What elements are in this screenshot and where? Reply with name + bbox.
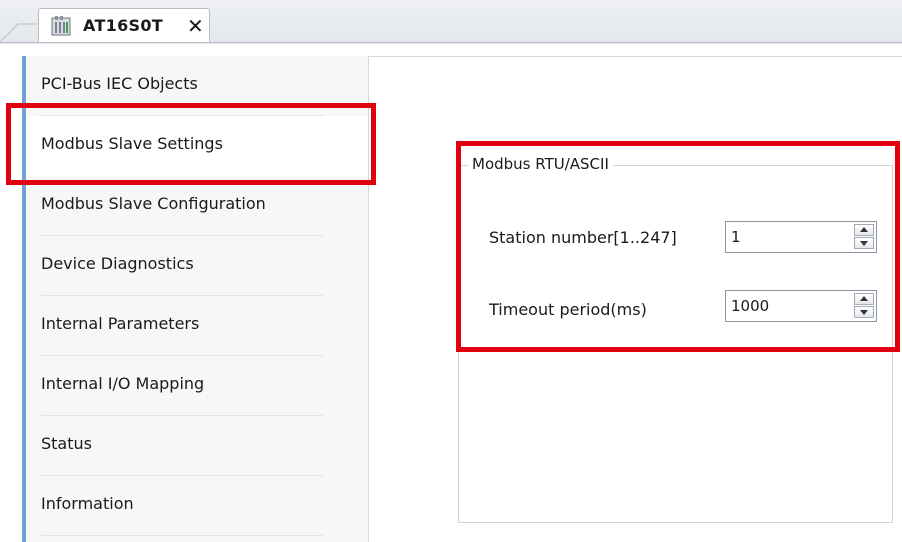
sidebar-item-internal-io-mapping[interactable]: Internal I/O Mapping xyxy=(26,356,368,416)
sidebar-item-internal-parameters[interactable]: Internal Parameters xyxy=(26,296,368,356)
sidebar-item-modbus-slave-configuration[interactable]: Modbus Slave Configuration xyxy=(26,176,368,236)
sidebar-item-label: Status xyxy=(41,434,92,453)
sidebar-item-device-diagnostics[interactable]: Device Diagnostics xyxy=(26,236,368,296)
sidebar-item-modbus-slave-settings[interactable]: Modbus Slave Settings xyxy=(26,116,368,176)
increment-arrow-icon[interactable] xyxy=(854,224,874,236)
close-icon[interactable]: ✕ xyxy=(187,15,204,37)
sidebar-item-label: Internal Parameters xyxy=(41,314,200,333)
stepper-buttons xyxy=(854,224,874,250)
tab-at16s0t[interactable]: AT16S0T ✕ xyxy=(38,8,210,42)
modbus-rtu-ascii-group xyxy=(458,165,893,523)
decrement-arrow-icon[interactable] xyxy=(854,237,874,249)
sidebar-item-label: Modbus Slave Settings xyxy=(41,134,223,153)
sidebar-item-label: PCI-Bus IEC Objects xyxy=(41,74,198,93)
sidebar-item-information[interactable]: Information xyxy=(26,476,368,536)
station-number-stepper[interactable]: 1 xyxy=(725,221,877,253)
tab-title: AT16S0T xyxy=(83,16,163,35)
editor-tab-strip: AT16S0T ✕ xyxy=(0,0,902,44)
sidebar-item-pci-bus-iec-objects[interactable]: PCI-Bus IEC Objects xyxy=(26,56,368,116)
device-editor-sidebar: PCI-Bus IEC Objects Modbus Slave Setting… xyxy=(22,56,369,542)
sidebar-item-status[interactable]: Status xyxy=(26,416,368,476)
station-number-label: Station number[1..247] xyxy=(489,228,677,247)
timeout-period-value[interactable]: 1000 xyxy=(731,297,769,315)
sidebar-item-label: Internal I/O Mapping xyxy=(41,374,205,393)
stepper-buttons xyxy=(854,293,874,319)
sidebar-item-label: Information xyxy=(41,494,134,513)
content-panel-border xyxy=(369,56,902,57)
group-title: Modbus RTU/ASCII xyxy=(468,155,613,173)
tab-strip-corner xyxy=(0,23,40,42)
decrement-arrow-icon[interactable] xyxy=(854,306,874,318)
sidebar-item-label: Device Diagnostics xyxy=(41,254,194,273)
device-module-icon xyxy=(51,16,71,36)
tab-strip-baseline xyxy=(0,42,902,43)
increment-arrow-icon[interactable] xyxy=(854,293,874,305)
timeout-period-label: Timeout period(ms) xyxy=(489,300,647,319)
sidebar-item-label: Modbus Slave Configuration xyxy=(41,194,266,213)
timeout-period-stepper[interactable]: 1000 xyxy=(725,290,877,322)
station-number-value[interactable]: 1 xyxy=(731,228,741,246)
divider xyxy=(41,535,323,536)
